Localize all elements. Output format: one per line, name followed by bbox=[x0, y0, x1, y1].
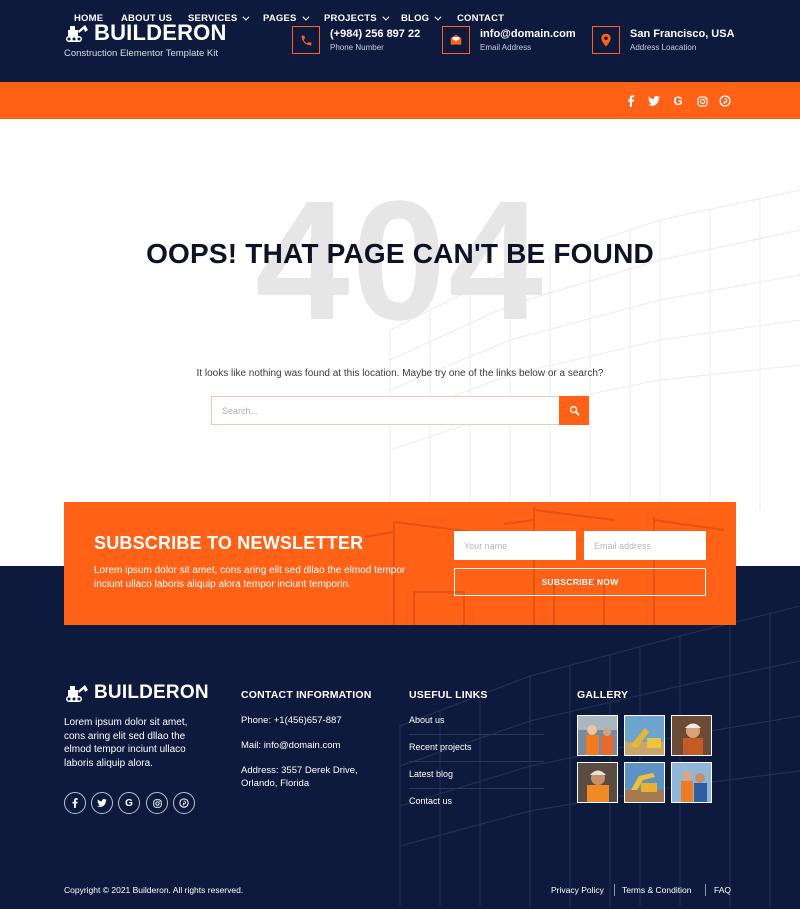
link-divider bbox=[409, 788, 544, 789]
newsletter-description: Lorem ipsum dolor sit amet, cons aring e… bbox=[94, 565, 406, 590]
location-label: Address Loacation bbox=[630, 43, 697, 52]
page-title: OOPS! THAT PAGE CAN'T BE FOUND bbox=[146, 238, 654, 269]
contact-info-heading: CONTACT INFORMATION bbox=[241, 689, 372, 701]
facebook-icon[interactable] bbox=[624, 94, 638, 108]
gallery-thumbnail[interactable] bbox=[671, 762, 712, 803]
twitter-icon[interactable] bbox=[647, 94, 661, 108]
footer-link-contact-us[interactable]: Contact us bbox=[409, 796, 544, 806]
nav-item-home[interactable]: HOME bbox=[74, 0, 103, 37]
nav-item-blog[interactable]: BLOG bbox=[401, 0, 442, 37]
footer-brand-name: BUILDERON bbox=[94, 682, 209, 703]
link-divider bbox=[409, 734, 544, 735]
location-pin-icon bbox=[592, 26, 620, 54]
footer-link-latest-blog[interactable]: Latest blog bbox=[409, 769, 544, 779]
instagram-icon[interactable] bbox=[695, 94, 709, 108]
bottom-link-divider bbox=[614, 884, 615, 896]
footer-twitter-icon[interactable] bbox=[91, 792, 113, 814]
nav-label: CONTACT bbox=[457, 13, 505, 24]
newsletter-title: SUBSCRIBE TO NEWSLETTER bbox=[94, 533, 364, 553]
brand-tagline: Construction Elementor Template Kit bbox=[64, 48, 219, 59]
footer-gallery bbox=[577, 715, 713, 803]
footer-link-recent-projects[interactable]: Recent projects bbox=[409, 742, 544, 752]
pinterest-icon[interactable] bbox=[718, 94, 732, 108]
gallery-heading: GALLERY bbox=[577, 689, 629, 701]
email-label: Email Address bbox=[480, 43, 532, 52]
newsletter-email-input[interactable] bbox=[584, 531, 706, 560]
newsletter-section: SUBSCRIBE TO NEWSLETTER Lorem ipsum dolo… bbox=[64, 502, 736, 625]
newsletter-name-input[interactable] bbox=[454, 531, 576, 560]
location-value: San Francisco, USA bbox=[630, 28, 735, 40]
phone-label: Phone Number bbox=[330, 43, 384, 52]
footer-address: Address: 3557 Derek Drive, Orlando, Flor… bbox=[241, 765, 358, 789]
top-header: BUILDERON Construction Elementor Templat… bbox=[0, 0, 800, 82]
terms-condition-link[interactable]: Terms & Condition bbox=[622, 885, 691, 895]
nav-label: BLOG bbox=[401, 13, 430, 24]
google-icon[interactable]: G bbox=[671, 94, 685, 108]
footer-instagram-icon[interactable] bbox=[146, 792, 168, 814]
footer-mail[interactable]: Mail: info@domain.com bbox=[241, 739, 340, 752]
header-location[interactable]: San Francisco, USA Address Loacation bbox=[592, 26, 735, 54]
footer-google-icon[interactable]: G bbox=[118, 792, 140, 814]
footer-link-about-us[interactable]: About us bbox=[409, 715, 544, 725]
search-form bbox=[211, 396, 589, 425]
nav-label: ABOUT US bbox=[121, 13, 173, 24]
gallery-thumbnail[interactable] bbox=[577, 715, 618, 756]
gallery-thumbnail[interactable] bbox=[624, 715, 665, 756]
footer-logo[interactable]: BUILDERON bbox=[64, 682, 209, 704]
gallery-thumbnail[interactable] bbox=[624, 762, 665, 803]
nav-label: PROJECTS bbox=[324, 13, 377, 24]
faq-link[interactable]: FAQ bbox=[714, 885, 731, 895]
footer-phone[interactable]: Phone: +1(456)657-887 bbox=[241, 714, 342, 727]
nav-item-projects[interactable]: PROJECTS bbox=[324, 0, 390, 37]
error-message: It looks like nothing was found at this … bbox=[196, 368, 604, 379]
bottom-link-divider bbox=[705, 884, 706, 896]
search-button[interactable] bbox=[559, 396, 589, 425]
nav-item-services[interactable]: SERVICES bbox=[188, 0, 250, 37]
footer-facebook-icon[interactable] bbox=[64, 792, 86, 814]
link-divider bbox=[409, 761, 544, 762]
nav-label: SERVICES bbox=[188, 13, 238, 24]
nav-item-about-us[interactable]: ABOUT US bbox=[121, 0, 172, 37]
nav-label: HOME bbox=[74, 13, 104, 24]
useful-links-heading: USEFUL LINKS bbox=[409, 689, 488, 701]
excavator-logo-icon bbox=[66, 685, 88, 702]
gallery-thumbnail[interactable] bbox=[671, 715, 712, 756]
footer-about-text: Lorem ipsum dolor sit amet, cons aring e… bbox=[64, 717, 188, 769]
nav-item-contact[interactable]: CONTACT bbox=[457, 0, 504, 37]
subscribe-button[interactable]: SUBSCRIBE NOW bbox=[454, 568, 706, 596]
footer-pinterest-icon[interactable] bbox=[173, 792, 195, 814]
copyright-text: Copyright © 2021 Builderon. All rights r… bbox=[64, 885, 244, 895]
nav-item-pages[interactable]: PAGES bbox=[263, 0, 310, 37]
gallery-thumbnail[interactable] bbox=[577, 762, 618, 803]
nav-label: PAGES bbox=[263, 13, 297, 24]
search-icon bbox=[569, 405, 579, 416]
search-input[interactable] bbox=[211, 396, 559, 425]
privacy-policy-link[interactable]: Privacy Policy bbox=[551, 885, 604, 895]
